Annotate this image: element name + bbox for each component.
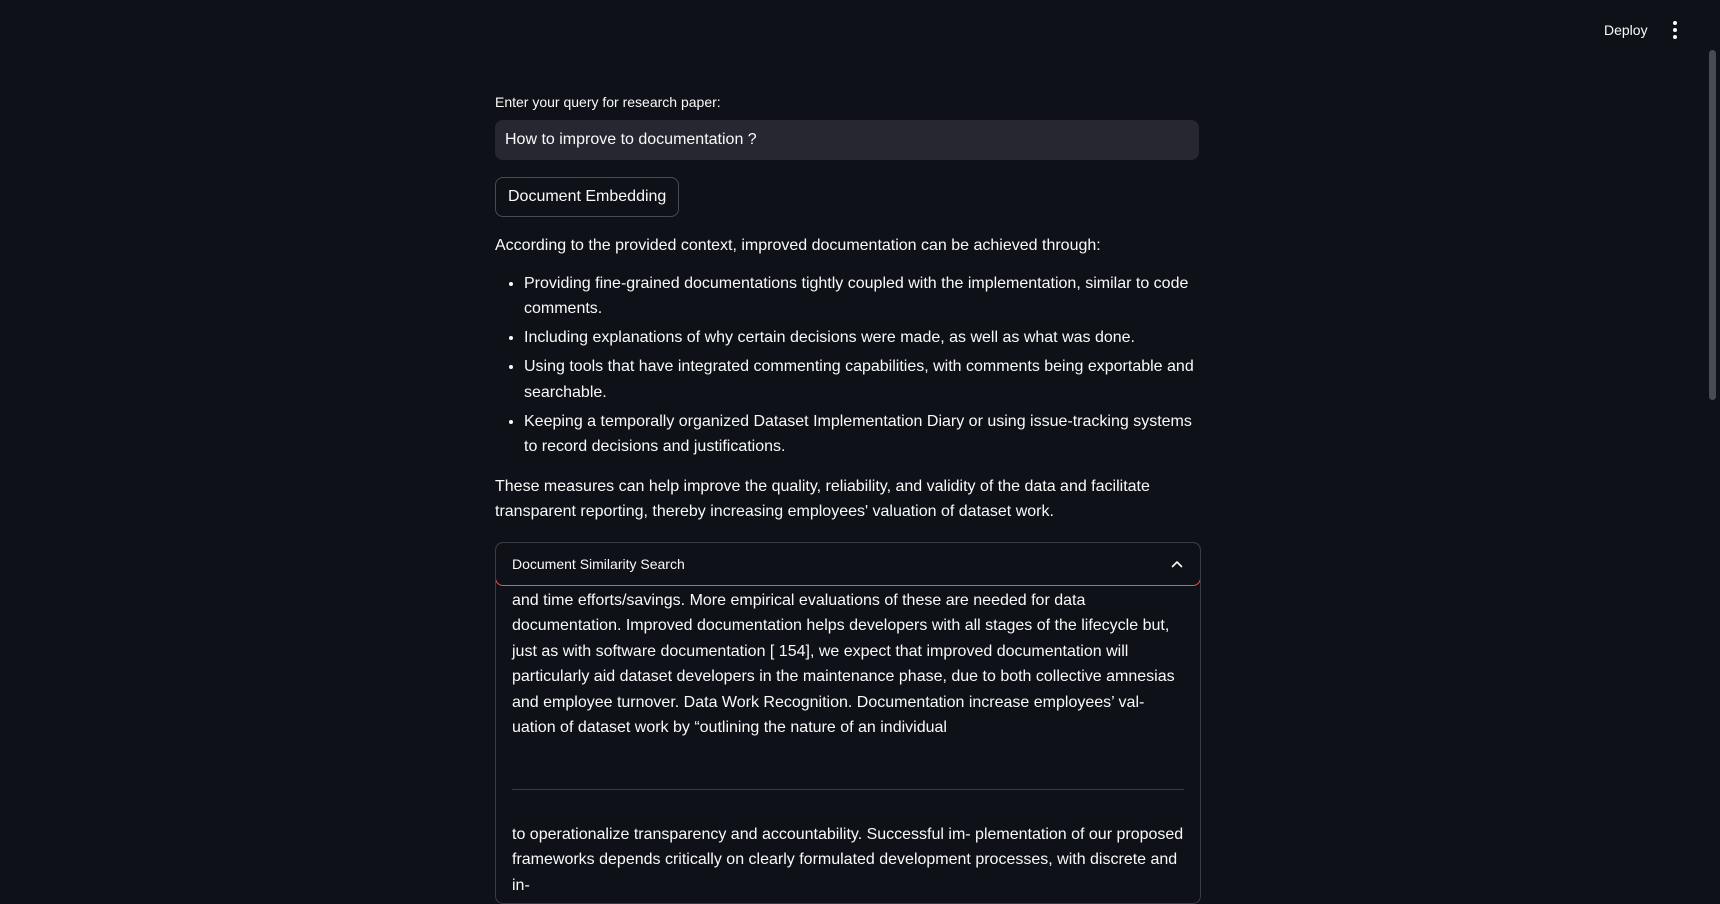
top-toolbar: Deploy [0,0,1720,60]
chevron-up-icon[interactable] [1170,557,1184,571]
answer-bullet: Including explanations of why certain de… [524,325,1199,351]
answer-bullet: Using tools that have integrated comment… [524,354,1199,405]
kebab-menu-icon[interactable] [1664,18,1686,42]
expander-header[interactable]: Document Similarity Search [496,542,1200,586]
document-embedding-button[interactable]: Document Embedding [495,177,680,217]
document-similarity-expander: Document Similarity Search and time effo… [495,541,1201,904]
main-content: Enter your query for research paper: Doc… [495,92,1201,904]
deploy-button[interactable]: Deploy [1596,18,1656,42]
query-label: Enter your query for research paper: [495,94,721,110]
answer-bullet: Providing fine-grained documentations ti… [524,271,1199,322]
answer-block: According to the provided context, impro… [495,233,1199,525]
similar-document-text: to operationalize transparency and accou… [512,825,1184,894]
scrollbar-thumb[interactable] [1709,50,1716,400]
expander-title: Document Similarity Search [512,555,685,572]
expander-body: and time efforts/savings. More empirical… [496,585,1200,899]
answer-conclusion: These measures can help improve the qual… [495,477,1150,521]
answer-list: Providing fine-grained documentations ti… [495,271,1199,460]
answer-intro: According to the provided context, impro… [495,237,1101,254]
answer-bullet: Keeping a temporally organized Dataset I… [524,409,1199,460]
similar-document-text: and time efforts/savings. More empirical… [512,591,1175,737]
query-input[interactable] [495,120,1199,160]
document-divider [512,788,1184,790]
